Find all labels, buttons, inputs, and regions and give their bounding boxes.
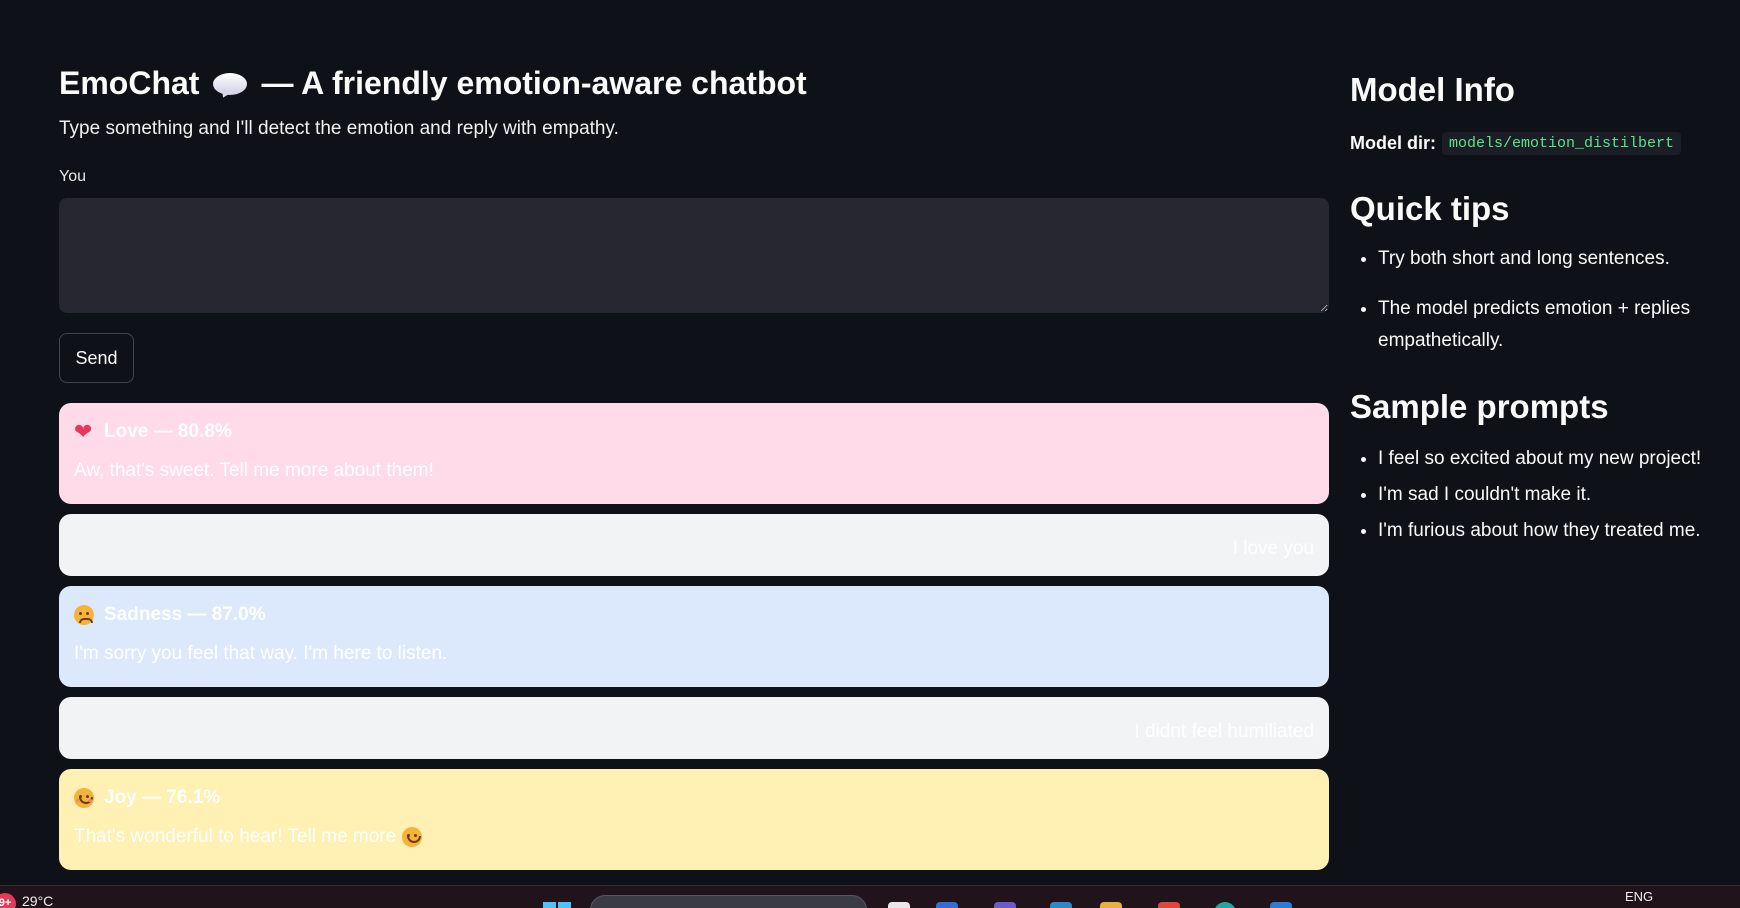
list-item: Try both short and long sentences.: [1378, 243, 1720, 275]
taskbar-search-box[interactable]: [590, 895, 867, 908]
model-info-heading: Model Info: [1350, 71, 1515, 108]
list-item: The model predicts emotion + replies emp…: [1378, 293, 1720, 357]
emotion-header: Sadness — 87.0%: [74, 602, 1314, 628]
page-subtitle: Type something and I'll detect the emoti…: [59, 118, 619, 139]
bot-message: ❤ Love — 80.8% Aw, that's sweet. Tell me…: [59, 403, 1329, 504]
model-dir-label: Model dir:: [1350, 133, 1436, 153]
emotion-header: ❤ Love — 80.8%: [74, 419, 1314, 445]
emotion-header: Joy — 76.1%: [74, 785, 1314, 811]
chrome-app-icon[interactable]: [1214, 902, 1236, 908]
smiling-face-icon: [74, 788, 94, 808]
speech-bubble-icon: [213, 71, 248, 101]
quick-tips-heading: Quick tips: [1350, 190, 1510, 227]
taskbar: 9+ 29°C ENG: [0, 885, 1740, 908]
bot-reply-text: Aw, that's sweet. Tell me more about the…: [74, 460, 434, 481]
bot-message: Sadness — 87.0% I'm sorry you feel that …: [59, 586, 1329, 687]
quick-tips-list: Try both short and long sentences. The m…: [1350, 243, 1720, 357]
emotion-label: Joy — 76.1%: [104, 787, 221, 808]
weather-badge[interactable]: 9+: [0, 893, 16, 908]
user-message-text: I love you: [1232, 538, 1314, 559]
heart-icon: ❤: [74, 419, 93, 444]
vscode-app-icon[interactable]: [1270, 902, 1292, 908]
bot-reply: I'm sorry you feel that way. I'm here to…: [74, 641, 1314, 667]
sample-prompts-heading: Sample prompts: [1350, 388, 1609, 425]
app-name: EmoChat: [59, 65, 200, 101]
folder-app-icon[interactable]: [1100, 902, 1122, 908]
pensive-face-icon: [74, 605, 94, 625]
send-button[interactable]: Send: [59, 333, 134, 383]
file-app-icon[interactable]: [888, 902, 910, 908]
sidebar: Model Info Model dir: models/emotion_dis…: [1350, 68, 1720, 551]
bot-message: Joy — 76.1% That's wonderful to hear! Te…: [59, 769, 1329, 870]
page-title: EmoChat — A friendly emotion-aware chatb…: [59, 60, 1329, 106]
list-item: I feel so excited about my new project!: [1378, 443, 1720, 475]
user-message: I love you: [59, 514, 1329, 576]
language-indicator[interactable]: ENG: [1625, 889, 1653, 904]
app-root: EmoChat — A friendly emotion-aware chatb…: [0, 0, 1740, 908]
list-item: I'm sad I couldn't make it.: [1378, 479, 1720, 511]
list-item: I'm furious about how they treated me.: [1378, 515, 1720, 547]
main-column: EmoChat — A friendly emotion-aware chatb…: [59, 60, 1329, 870]
page-title-rest: — A friendly emotion-aware chatbot: [261, 65, 807, 101]
smiley-face-icon: [402, 827, 423, 847]
bot-reply-text: That's wonderful to hear! Tell me more: [74, 826, 397, 847]
input-label: You: [59, 168, 86, 185]
edge-app-icon[interactable]: [1050, 902, 1072, 908]
user-message-text: I didnt feel humiliated: [1134, 721, 1314, 742]
emotion-label: Love — 80.8%: [104, 421, 232, 442]
bot-reply: Aw, that's sweet. Tell me more about the…: [74, 458, 1314, 484]
user-message: I didnt feel humiliated: [59, 697, 1329, 759]
browser-app-icon[interactable]: [1158, 902, 1180, 908]
chat-history: ❤ Love — 80.8% Aw, that's sweet. Tell me…: [59, 403, 1329, 870]
bot-reply-text: I'm sorry you feel that way. I'm here to…: [74, 643, 448, 664]
message-input[interactable]: [59, 198, 1329, 313]
bot-reply: That's wonderful to hear! Tell me more: [74, 824, 1314, 850]
windows-start-icon[interactable]: [543, 902, 571, 908]
weather-temperature[interactable]: 29°C: [22, 893, 53, 908]
sample-prompts-list: I feel so excited about my new project! …: [1350, 443, 1720, 547]
teams-app-icon[interactable]: [994, 902, 1016, 908]
emotion-label: Sadness — 87.0%: [104, 604, 266, 625]
model-dir-value: models/emotion_distilbert: [1442, 132, 1682, 155]
store-app-icon[interactable]: [936, 902, 958, 908]
model-dir: Model dir: models/emotion_distilbert: [1350, 132, 1720, 155]
